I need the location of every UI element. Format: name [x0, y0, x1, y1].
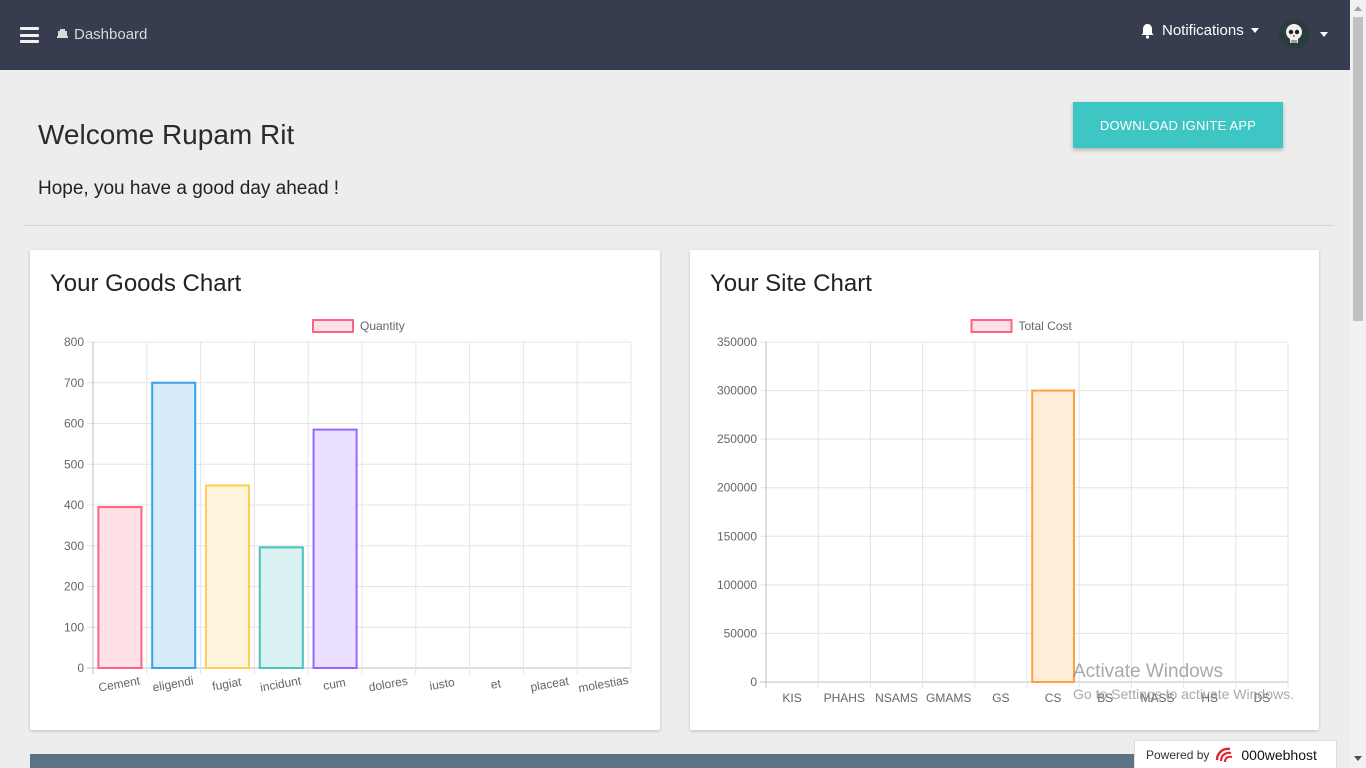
bottom-panel-header: [30, 754, 1319, 768]
goods-x-tick-label: Cement: [97, 673, 141, 694]
goods-x-tick-label: fugiat: [211, 675, 243, 694]
goods-x-tick-label: cum: [322, 675, 347, 693]
goods-x-tick-label: eligendi: [151, 674, 194, 695]
bell-icon: [1141, 23, 1154, 39]
site-y-tick-label: 350000: [717, 335, 757, 349]
site-chart: 0 50000 100000 150000 200000 250000 300000 3500…: [717, 319, 1289, 705]
download-app-button[interactable]: DOWNLOAD IGNITE APP: [1073, 102, 1283, 148]
site-y-tick-label: 300000: [717, 384, 757, 398]
powered-by-label: Powered by: [1146, 747, 1210, 762]
site-chart-card: Your Site Chart 0 50000 100000 150000 200000…: [690, 250, 1319, 730]
goods-legend-swatch: [312, 319, 354, 333]
goods-x-tick-label: dolores: [368, 674, 409, 695]
site-x-tick-label: GMAMS: [926, 691, 971, 705]
goods-x-tick-label: et: [490, 676, 503, 692]
goods-chart-card: Your Goods Chart 0 100 200 300 400 500 600 700 8…: [30, 250, 660, 730]
site-x-tick-label: CS: [1045, 691, 1062, 705]
site-x-tick-label: KIS: [782, 691, 801, 705]
section-divider: [23, 225, 1333, 226]
brand-link[interactable]: Dashboard: [56, 26, 147, 43]
welcome-title: Welcome Rupam Rit: [38, 119, 295, 150]
site-y-tick-label: 100000: [717, 578, 757, 592]
site-bar: [1031, 389, 1075, 683]
goods-y-tick-label: 700: [64, 376, 84, 390]
goods-bar: [312, 428, 358, 669]
goods-y-tick-label: 0: [77, 661, 84, 675]
goods-legend-label: Quantity: [360, 319, 405, 333]
brand-label: Dashboard: [74, 26, 148, 43]
scroll-thumb[interactable]: [1353, 17, 1363, 321]
notifications-label: Notifications: [1162, 22, 1244, 39]
site-legend-label: Total Cost: [1019, 319, 1073, 333]
goods-y-tick-label: 400: [64, 498, 84, 512]
site-y-tick-label: 200000: [717, 481, 757, 495]
avatar: [1279, 19, 1309, 49]
site-y-tick-label: 150000: [717, 529, 757, 543]
goods-chart: 0 100 200 300 400 500 600 700 800 Cement eligendi f…: [64, 319, 632, 696]
top-navbar: Dashboard Notifications: [0, 0, 1350, 70]
webhost-logo-icon: [1216, 747, 1233, 762]
page-scrollbar[interactable]: [1350, 0, 1366, 768]
goods-y-tick-label: 800: [64, 335, 84, 349]
caret-down-icon: [1250, 28, 1259, 33]
scroll-up-icon[interactable]: [1354, 6, 1362, 11]
activate-title: Activate Windows: [1073, 661, 1223, 682]
goods-x-tick-label: molestias: [577, 673, 629, 696]
goods-bar: [151, 381, 197, 669]
goods-x-tick-label: incidunt: [259, 673, 303, 694]
goods-bar: [258, 546, 304, 670]
powered-by-badge[interactable]: Powered by 000webhost: [1134, 740, 1337, 768]
goods-x-tick-label: placeat: [529, 674, 570, 695]
site-x-tick-label: GS: [992, 691, 1009, 705]
goods-y-tick-label: 100: [64, 620, 84, 634]
site-legend-swatch: [970, 319, 1013, 333]
activate-subtitle: Go to Settings to activate Windows.: [1073, 686, 1294, 702]
goods-y-tick-label: 300: [64, 539, 84, 553]
site-x-tick-label: PHAHS: [824, 691, 865, 705]
user-menu[interactable]: [1279, 19, 1328, 49]
site-y-tick-label: 250000: [717, 432, 757, 446]
site-x-tick-label: NSAMS: [875, 691, 918, 705]
welcome-subtitle: Hope, you have a good day ahead !: [38, 178, 340, 199]
goods-y-tick-label: 600: [64, 417, 84, 431]
caret-down-icon: [1320, 31, 1328, 37]
goods-y-tick-label: 200: [64, 580, 84, 594]
goods-bar: [97, 506, 143, 669]
goods-x-tick-label: iusto: [428, 675, 456, 693]
notifications-dropdown[interactable]: Notifications: [1140, 22, 1259, 39]
goods-y-tick-label: 500: [64, 457, 84, 471]
site-y-tick-label: 50000: [724, 626, 758, 640]
menu-toggle-icon[interactable]: [20, 27, 39, 43]
scroll-down-icon[interactable]: [1354, 756, 1362, 761]
dashboard-icon: [57, 29, 68, 38]
activate-windows-watermark: Activate Windows Go to Settings to activ…: [1073, 661, 1294, 702]
goods-bar: [204, 484, 251, 669]
site-y-tick-label: 0: [750, 675, 757, 689]
skull-icon: [1286, 24, 1302, 43]
webhost-name: 000webhost: [1241, 746, 1317, 763]
